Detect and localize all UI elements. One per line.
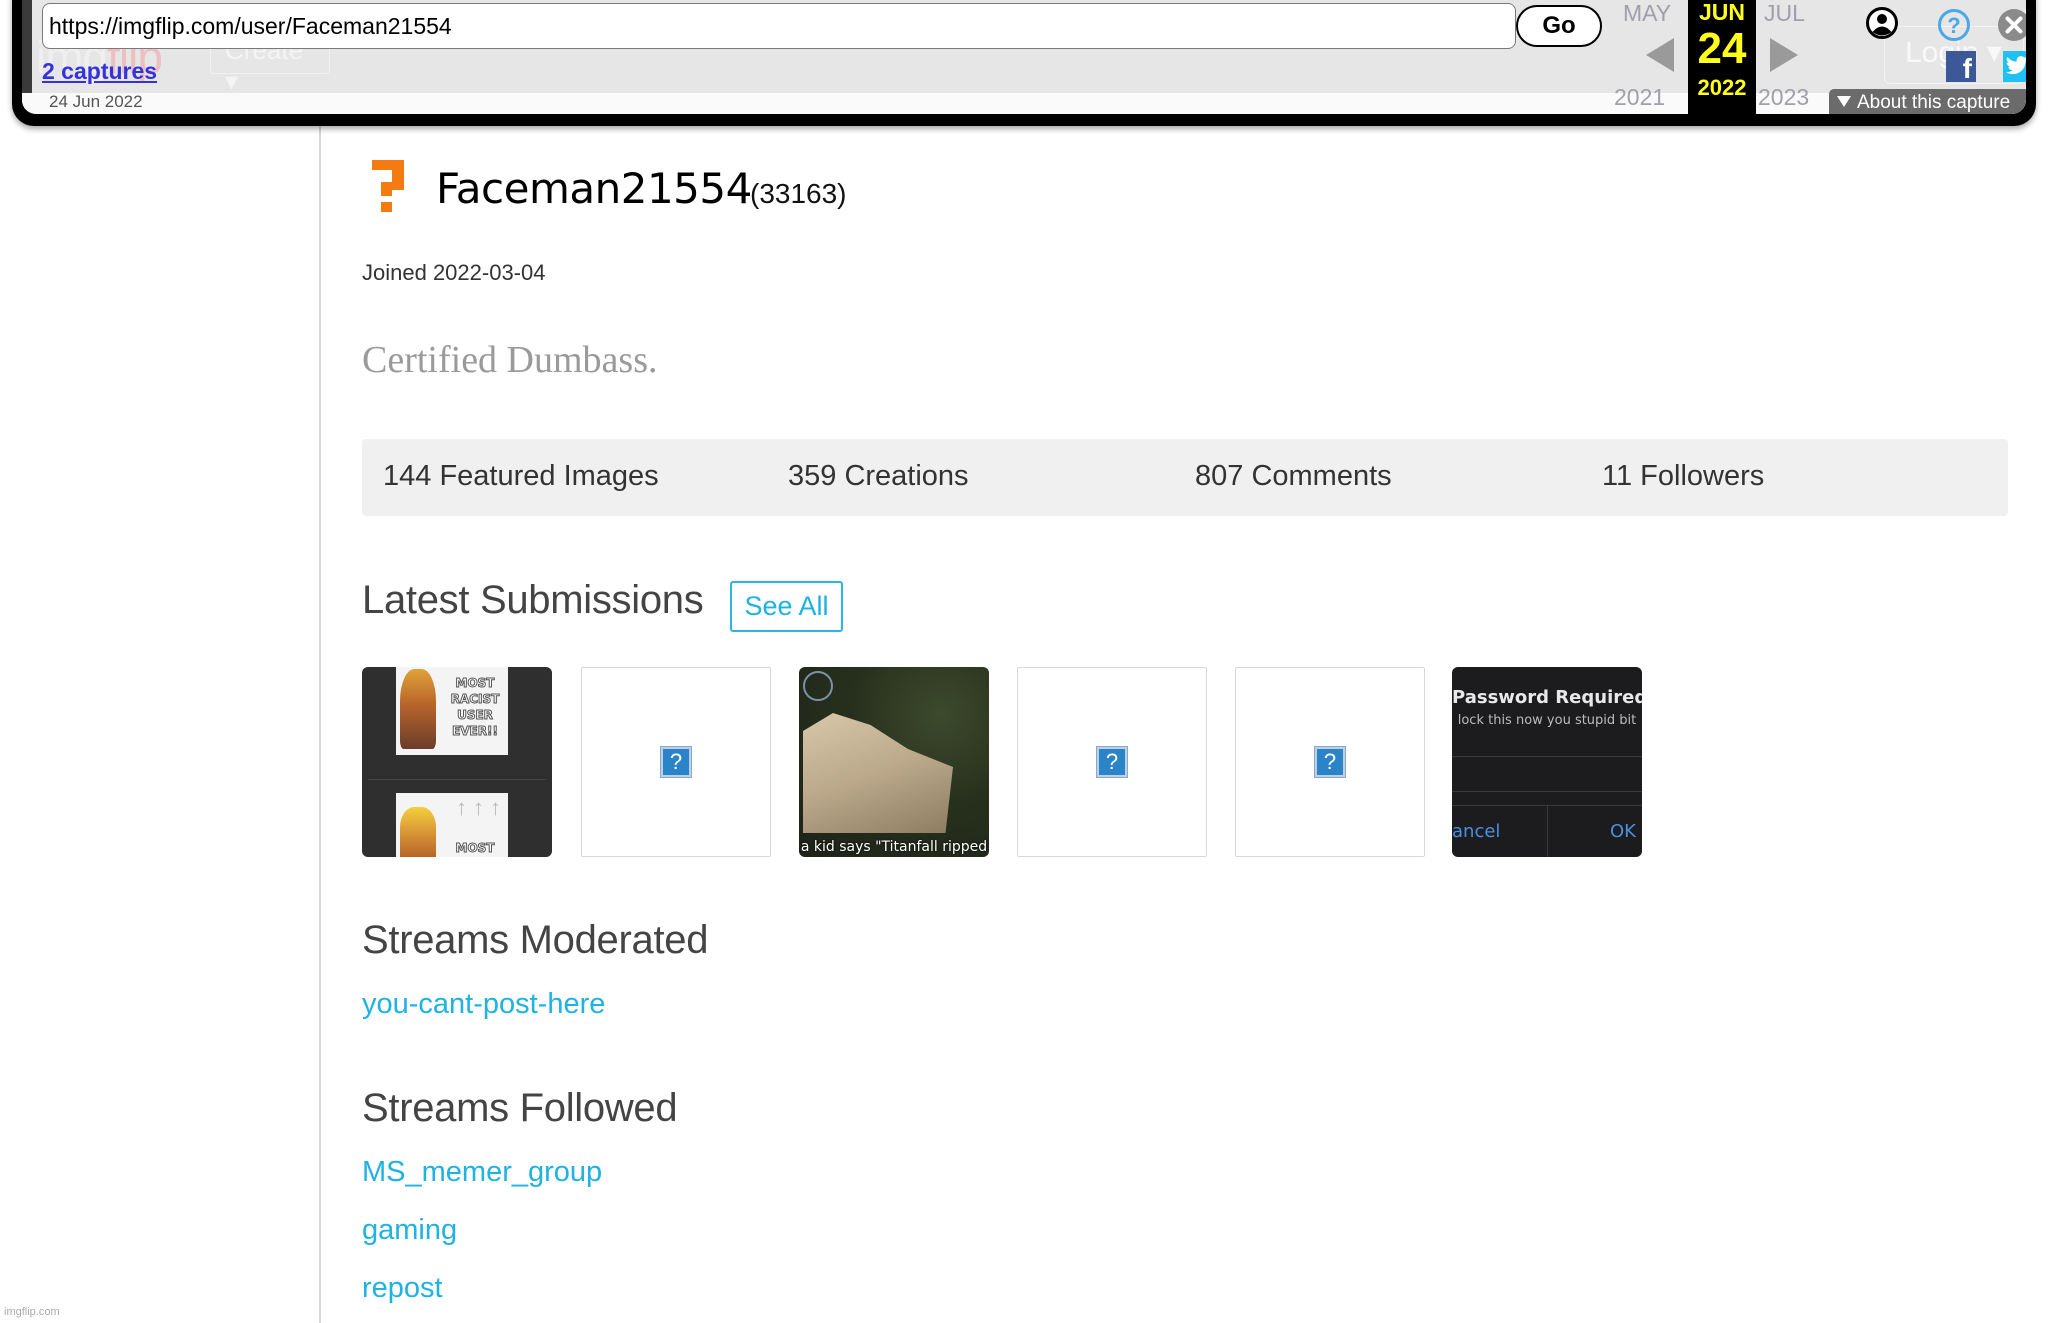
stream-link-followed[interactable]: gaming [362,1214,457,1247]
facebook-share-icon[interactable]: f [1946,51,1976,82]
current-year: 2022 [1697,75,1747,100]
go-button[interactable]: Go [1516,5,1602,47]
meme-image-top: MOST RACIST USER EVER!! [396,667,508,755]
submission-thumbnail[interactable]: Password Required lock this now you stup… [1452,667,1642,857]
capture-date-range: 24 Jun 2022 [49,92,143,111]
divider [1452,791,1642,792]
joined-date: Joined 2022-03-04 [362,260,546,285]
user-points: (33163) [750,178,847,209]
user-account-icon[interactable] [1865,6,1899,40]
current-day: 24 [1697,24,1747,73]
sidebar-divider [319,126,321,1323]
divider [1452,756,1642,757]
barbarian-figure [400,807,436,857]
expand-triangle-icon [1837,96,1851,107]
up-arrows: ↑↑↑ [456,795,507,820]
close-icon[interactable] [1997,8,2026,42]
stream-link-followed[interactable]: repost [362,1272,443,1305]
video-caption: a kid says "Titanfall ripped [800,839,988,855]
hud-radar-icon [803,671,833,701]
imgflip-watermark: imgflip.com [4,1306,60,1318]
streams-followed-title: Streams Followed [362,1086,678,1130]
dialog-ok: OK [1610,821,1636,842]
meme-caption: MOST [455,841,495,856]
divider [368,779,546,780]
user-bio: Certified Dumbass. [362,339,658,381]
prev-month-link[interactable]: MAY [1623,0,1671,27]
wayback-toolbar: imgflip Create ▾ Login ▾ Go 2 captures 2… [12,0,2036,126]
next-year-link[interactable]: 2023 [1758,84,1809,111]
submission-thumbnail[interactable]: ? [1017,667,1207,857]
captures-link[interactable]: 2 captures [42,58,157,85]
latest-submissions-title: Latest Submissions [362,578,704,622]
submission-thumbnail[interactable]: ? [1235,667,1425,857]
url-input[interactable] [42,3,1516,49]
prev-capture-arrow-icon[interactable] [1646,38,1674,72]
wayback-toolbar-inner: imgflip Create ▾ Login ▾ Go 2 captures 2… [22,0,2026,114]
username: Faceman21554 [436,164,752,213]
svg-text:?: ? [1947,13,1960,38]
stat-followers[interactable]: 11 Followers [1602,460,1764,493]
stat-creations[interactable]: 359 Creations [788,460,969,493]
help-icon[interactable]: ? [1937,8,1971,42]
meme-caption: MOST RACIST USER EVER!! [450,676,500,739]
about-capture-label: About this capture [1857,92,2011,113]
broken-image-icon: ? [1314,746,1346,778]
meme-image-bottom: ↑↑↑ MOST [396,793,508,857]
about-this-capture-toggle[interactable]: About this capture [1829,89,2026,114]
submission-thumbnail[interactable]: a kid says "Titanfall ripped [799,667,989,857]
current-capture-date: JUN 24 2022 [1688,0,1756,114]
prev-year-link[interactable]: 2021 [1614,84,1665,111]
broken-image-icon: ? [1096,746,1128,778]
twitter-share-icon[interactable] [2003,51,2026,82]
default-avatar-icon [372,160,404,212]
submission-thumbnail[interactable]: ? [581,667,771,857]
dialog-title: Password Required [1452,687,1642,708]
rock-cliff [803,713,953,833]
barbarian-figure [400,669,436,749]
dialog-message: lock this now you stupid bit [1457,713,1637,728]
submission-thumbnail[interactable]: MOST RACIST USER EVER!! ↑↑↑ MOST [362,667,552,857]
stream-link-moderated[interactable]: you-cant-post-here [362,988,605,1021]
stat-comments[interactable]: 807 Comments [1195,460,1392,493]
stream-link-followed[interactable]: MS_memer_group [362,1156,602,1189]
streams-moderated-title: Streams Moderated [362,918,709,962]
see-all-button[interactable]: See All [730,581,843,632]
divider [1547,805,1548,857]
broken-image-icon: ? [660,746,692,778]
next-capture-arrow-icon[interactable] [1770,38,1798,72]
dialog-cancel: ancel [1452,821,1501,842]
current-month: JUN [1698,0,1745,25]
next-month-link[interactable]: JUL [1764,0,1805,27]
header-dark-edge [22,0,32,93]
stats-bar: 144 Featured Images 359 Creations 807 Co… [362,439,2008,516]
stat-featured-images[interactable]: 144 Featured Images [383,460,659,493]
